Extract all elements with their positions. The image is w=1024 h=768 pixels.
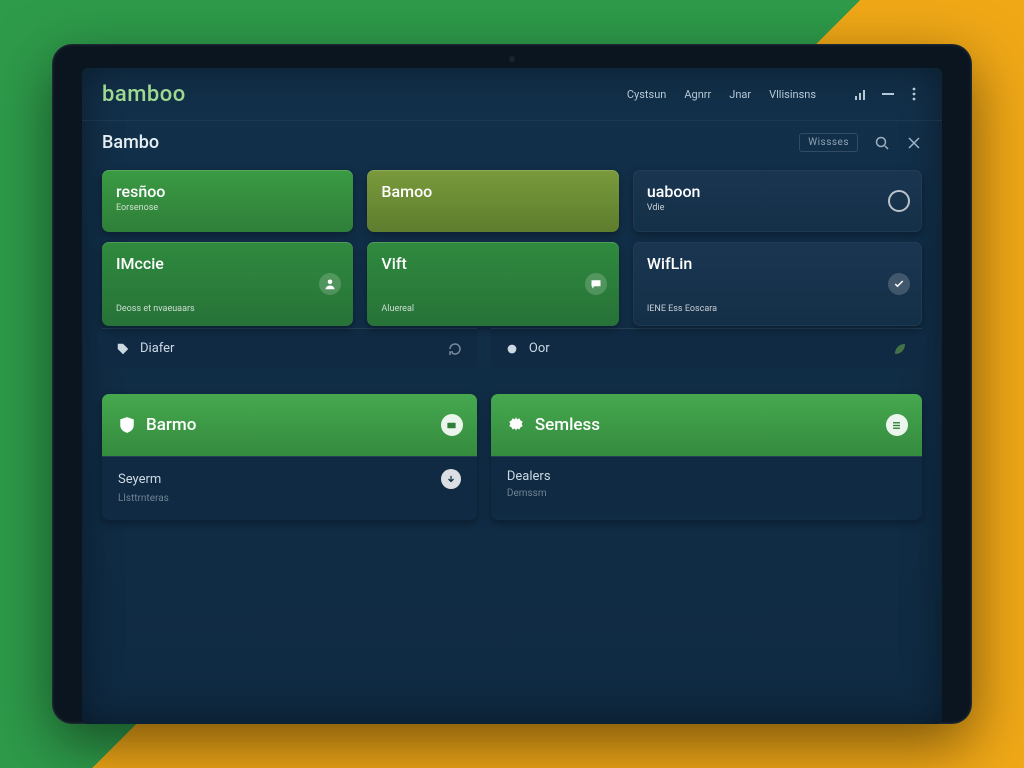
- tile-body: Dealers Demssm: [491, 456, 922, 515]
- tile-row: Barmo Seyerm Llsttrnteras Semles: [102, 394, 922, 520]
- shield-icon: [118, 416, 136, 434]
- toggle-row-pair: Diafer Oor: [102, 336, 922, 368]
- card-subtitle: Deoss et nvaeuaars: [116, 304, 339, 314]
- circle-icon: [888, 190, 910, 212]
- nav-link-4[interactable]: Vllisinsns: [769, 88, 816, 101]
- card-title: Vift: [381, 254, 604, 273]
- toggle-label: Oor: [529, 341, 550, 356]
- minus-icon: [880, 86, 896, 102]
- app-screen: bamboo Cystsun Agnrr Jnar Vllisinsns Bam…: [82, 68, 942, 724]
- nav-link-1[interactable]: Cystsun: [627, 88, 666, 101]
- content-area: resñoo Eorsenose Bamoo uaboon Vdie: [82, 164, 942, 724]
- refresh-icon: [447, 341, 463, 357]
- close-icon[interactable]: [906, 135, 922, 151]
- search-icon[interactable]: [874, 135, 890, 151]
- top-nav: Cystsun Agnrr Jnar Vllisinsns: [627, 86, 922, 102]
- card-row-1: resñoo Eorsenose Bamoo uaboon Vdie: [102, 170, 922, 232]
- card-title: WifLin: [647, 254, 908, 273]
- brand-logo[interactable]: bamboo: [102, 82, 186, 107]
- card-badge-icon: [441, 414, 463, 436]
- filter-chip[interactable]: Wissses: [799, 133, 858, 152]
- tile-row-sub: Demssm: [507, 488, 906, 499]
- tile-header: Semless: [491, 394, 922, 456]
- card-subtitle: Vdie: [647, 203, 908, 213]
- tile-row-label: Dealers: [507, 469, 551, 484]
- card-title: uaboon: [647, 182, 908, 201]
- card-subtitle: Eorsenose: [116, 203, 339, 213]
- leaf-icon: [892, 341, 908, 357]
- card-vift[interactable]: Vift Aluereal: [367, 242, 618, 326]
- card-wiflin[interactable]: WifLin IENE Ess Eoscara: [633, 242, 922, 326]
- card-title: resñoo: [116, 182, 339, 201]
- sub-header: Bambo Wissses: [82, 120, 942, 164]
- tablet-frame: bamboo Cystsun Agnrr Jnar Vllisinsns Bam…: [52, 44, 972, 724]
- tile-title: Semless: [535, 415, 600, 435]
- tile-title: Barmo: [146, 415, 196, 435]
- chat-icon: [585, 273, 607, 295]
- user-icon: [319, 273, 341, 295]
- top-bar: bamboo Cystsun Agnrr Jnar Vllisinsns: [82, 68, 942, 120]
- signal-icon: [854, 86, 870, 102]
- tile-barmo[interactable]: Barmo Seyerm Llsttrnteras: [102, 394, 477, 520]
- check-icon: [888, 273, 910, 295]
- tablet-camera: [509, 56, 515, 62]
- gear-icon: [507, 416, 525, 434]
- card-title: IMccie: [116, 254, 339, 273]
- card-imccie[interactable]: IMccie Deoss et nvaeuaars: [102, 242, 353, 326]
- dot-icon: [505, 342, 519, 356]
- card-subtitle: IENE Ess Eoscara: [647, 304, 908, 314]
- sub-header-actions: Wissses: [799, 133, 922, 152]
- top-status-icons: [854, 86, 922, 102]
- arrow-down-icon[interactable]: [441, 469, 461, 489]
- card-subtitle: Aluereal: [381, 304, 604, 314]
- card-uaboon[interactable]: uaboon Vdie: [633, 170, 922, 232]
- card-bamoo[interactable]: Bamoo: [367, 170, 618, 232]
- menu-dots-icon[interactable]: [906, 86, 922, 102]
- nav-link-3[interactable]: Jnar: [729, 88, 751, 101]
- tag-icon: [116, 342, 130, 356]
- list-badge-icon: [886, 414, 908, 436]
- toggle-row-diafer[interactable]: Diafer: [102, 328, 477, 368]
- tile-row-label: Seyerm: [118, 472, 161, 487]
- page-title: Bambo: [102, 132, 159, 153]
- tile-semless[interactable]: Semless Dealers Demssm: [491, 394, 922, 520]
- tile-header: Barmo: [102, 394, 477, 456]
- card-row-2: IMccie Deoss et nvaeuaars Vift Aluereal …: [102, 242, 922, 326]
- toggle-label: Diafer: [140, 341, 174, 356]
- card-title: Bamoo: [381, 182, 604, 201]
- tile-body: Seyerm Llsttrnteras: [102, 456, 477, 520]
- card-resnoo[interactable]: resñoo Eorsenose: [102, 170, 353, 232]
- toggle-row-oor[interactable]: Oor: [491, 328, 922, 368]
- tile-row-sub: Llsttrnteras: [118, 493, 461, 504]
- nav-link-2[interactable]: Agnrr: [684, 88, 711, 101]
